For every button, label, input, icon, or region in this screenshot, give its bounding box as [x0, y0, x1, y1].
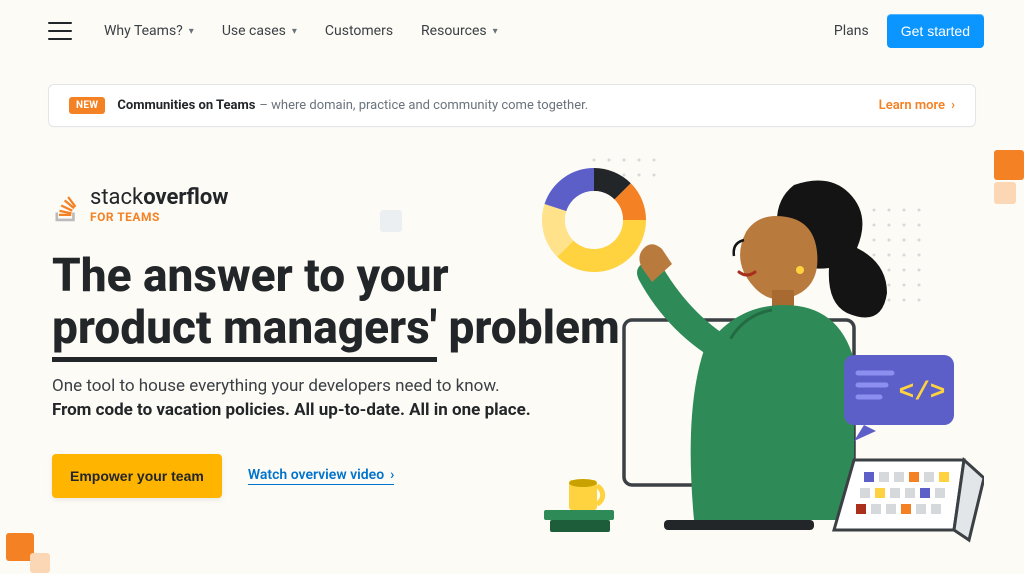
nav-item-resources[interactable]: Resources ▾ — [421, 23, 498, 39]
decorative-square — [380, 210, 402, 232]
nav-label: Resources — [421, 23, 487, 39]
hero-section: stackoverflow FOR TEAMS The answer to yo… — [0, 127, 1024, 498]
chevron-down-icon: ▾ — [493, 26, 498, 37]
decorative-square — [994, 182, 1016, 204]
logo-wordmark: stackoverflow — [90, 187, 228, 209]
nav-label: Use cases — [222, 23, 286, 39]
product-logo: stackoverflow FOR TEAMS — [52, 187, 1024, 223]
primary-nav: Why Teams? ▾ Use cases ▾ Customers Resou… — [104, 23, 498, 39]
decorative-square — [30, 553, 50, 573]
chevron-right-icon: › — [951, 98, 955, 113]
nav-item-why-teams[interactable]: Why Teams? ▾ — [104, 23, 194, 39]
empower-team-button[interactable]: Empower your team — [52, 454, 222, 498]
nav-label: Customers — [325, 23, 393, 39]
plans-link[interactable]: Plans — [834, 23, 869, 39]
hero-actions: Empower your team Watch overview video › — [52, 454, 1024, 498]
announcement-banner: NEW Communities on Teams – where domain,… — [48, 84, 976, 127]
watch-video-link[interactable]: Watch overview video › — [248, 467, 395, 485]
nav-item-use-cases[interactable]: Use cases ▾ — [222, 23, 297, 39]
stackoverflow-icon — [52, 195, 80, 223]
nav-label: Why Teams? — [104, 23, 183, 39]
new-badge: NEW — [69, 97, 105, 114]
hero-headline: The answer to your product managers' pro… — [52, 251, 692, 354]
decorative-square — [994, 150, 1024, 180]
hero-subtext-2: From code to vacation policies. All up-t… — [52, 400, 1024, 420]
banner-title: Communities on Teams — [117, 98, 255, 113]
menu-icon[interactable] — [48, 22, 72, 40]
banner-subtitle: – where domain, practice and community c… — [259, 98, 588, 113]
logo-subtitle: FOR TEAMS — [90, 211, 228, 223]
chevron-down-icon: ▾ — [189, 26, 194, 37]
hero-subtext-1: One tool to house everything your develo… — [52, 376, 1024, 396]
nav-item-customers[interactable]: Customers — [325, 23, 393, 39]
learn-more-label: Learn more — [879, 98, 945, 113]
chevron-down-icon: ▾ — [292, 26, 297, 37]
get-started-button[interactable]: Get started — [887, 14, 984, 48]
watch-video-label: Watch overview video — [248, 467, 384, 483]
topbar: Why Teams? ▾ Use cases ▾ Customers Resou… — [0, 0, 1024, 62]
chevron-right-icon: › — [390, 467, 394, 483]
learn-more-link[interactable]: Learn more › — [879, 98, 955, 113]
